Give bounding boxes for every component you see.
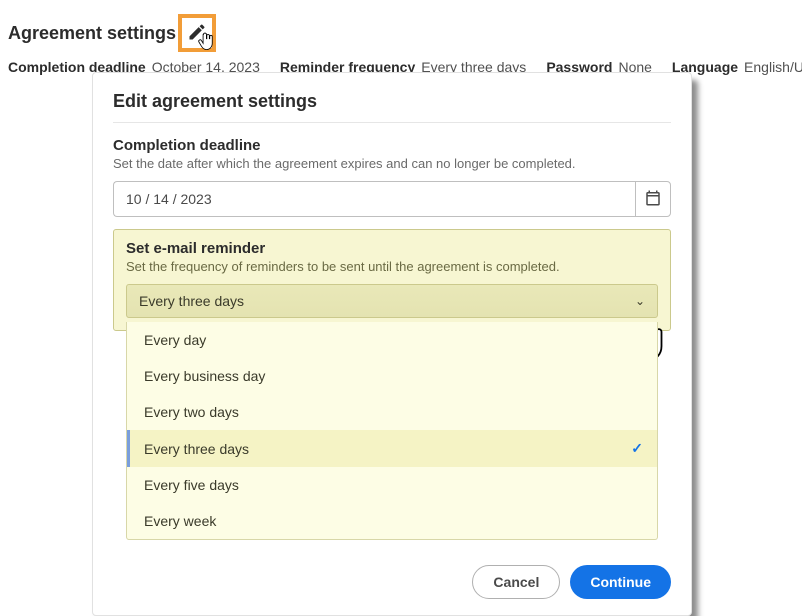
reminder-option-selected[interactable]: Every three days ✓ <box>127 430 657 467</box>
header: Agreement settings Completion deadline O… <box>0 0 802 76</box>
pencil-icon <box>187 22 207 45</box>
calendar-button[interactable] <box>635 181 671 217</box>
reminder-section: Set e-mail reminder Set the frequency of… <box>113 229 671 331</box>
chevron-down-icon: ⌄ <box>635 294 645 308</box>
reminder-label: Set e-mail reminder <box>126 240 658 257</box>
cancel-button[interactable]: Cancel <box>472 565 560 599</box>
completion-deadline-section: Completion deadline Set the date after w… <box>113 137 671 217</box>
reminder-option[interactable]: Every week <box>127 503 657 539</box>
continue-button[interactable]: Continue <box>570 565 671 599</box>
completion-deadline-desc: Set the date after which the agreement e… <box>113 156 671 171</box>
modal-footer: Cancel Continue <box>113 557 671 599</box>
completion-deadline-input[interactable] <box>113 181 635 217</box>
reminder-option[interactable]: Every five days <box>127 467 657 503</box>
reminder-desc: Set the frequency of reminders to be sen… <box>126 259 658 274</box>
check-icon: ✓ <box>631 440 643 457</box>
info-language: Language English/UK <box>672 59 802 75</box>
calendar-icon <box>644 189 662 210</box>
reminder-option[interactable]: Every business day <box>127 358 657 394</box>
divider <box>113 122 671 123</box>
reminder-frequency-dropdown[interactable]: Every three days ⌄ <box>126 284 658 318</box>
reminder-selected-value: Every three days <box>139 293 244 309</box>
page-title: Agreement settings <box>8 23 176 44</box>
completion-deadline-label: Completion deadline <box>113 137 671 154</box>
reminder-option[interactable]: Every two days <box>127 394 657 430</box>
edit-agreement-modal: Edit agreement settings Completion deadl… <box>92 72 692 616</box>
edit-settings-button[interactable] <box>178 14 216 52</box>
modal-title: Edit agreement settings <box>113 91 671 112</box>
reminder-dropdown-list: Every day Every business day Every two d… <box>126 322 658 540</box>
reminder-option[interactable]: Every day <box>127 322 657 358</box>
title-row: Agreement settings <box>8 14 794 52</box>
